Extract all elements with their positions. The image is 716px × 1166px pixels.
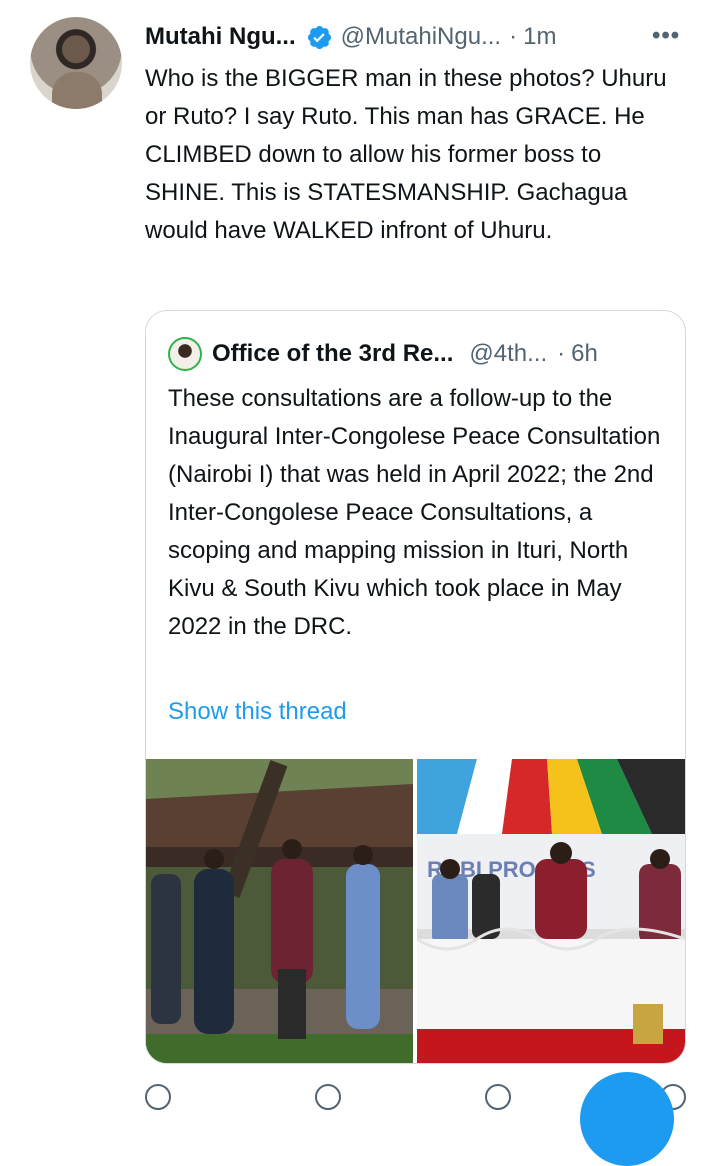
tweet-text: Who is the BIGGER man in these photos? U… (145, 65, 667, 244)
tweet-header: Mutahi Ngu... @MutahiNgu... · 1m (145, 20, 685, 54)
quoted-time-separator: · (557, 340, 566, 367)
photo-walking-image (146, 759, 413, 1063)
photo-walking[interactable] (146, 759, 413, 1063)
photo-stage-image: ROBI PROCESS (417, 759, 685, 1063)
retweet-icon[interactable] (315, 1084, 341, 1110)
reply-icon[interactable] (145, 1084, 171, 1110)
verified-badge-icon (307, 25, 331, 49)
author-avatar[interactable] (30, 17, 122, 109)
quoted-header: Office of the 3rd Re... @4th... · 6h (168, 337, 598, 371)
quoted-tweet[interactable]: Office of the 3rd Re... @4th... · 6h The… (145, 310, 686, 1064)
tweet-time[interactable]: 1m (523, 23, 556, 51)
author-handle[interactable]: @MutahiNgu... (341, 23, 501, 51)
photo-stage[interactable]: ROBI PROCESS (417, 759, 685, 1063)
quoted-author-name[interactable]: Office of the 3rd Re... (212, 340, 453, 368)
quoted-avatar[interactable] (168, 337, 202, 371)
compose-icon[interactable] (580, 1072, 674, 1166)
tweet[interactable]: Mutahi Ngu... @MutahiNgu... · 1m ••• Who… (0, 0, 716, 1166)
more-options-icon[interactable]: ••• (652, 22, 680, 50)
quoted-time[interactable]: 6h (571, 340, 598, 368)
author-name[interactable]: Mutahi Ngu... (145, 23, 296, 51)
time-separator: · (509, 23, 518, 50)
quoted-author-handle[interactable]: @4th... (469, 340, 547, 368)
show-thread-link[interactable]: Show this thread (168, 693, 347, 731)
like-icon[interactable] (485, 1084, 511, 1110)
quoted-text: These consultations are a follow-up to t… (168, 385, 661, 640)
